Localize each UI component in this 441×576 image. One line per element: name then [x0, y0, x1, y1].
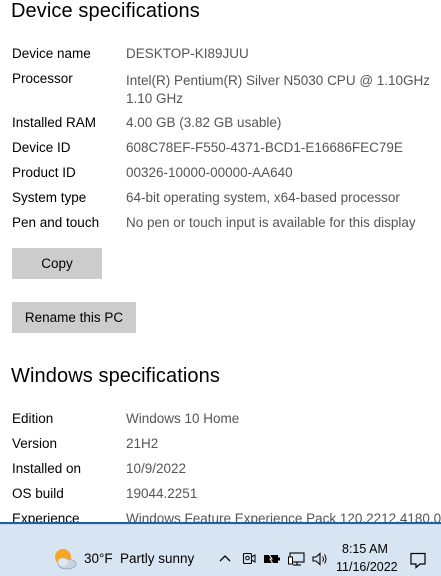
version-value: 21H2: [126, 436, 159, 451]
installed-on-value: 10/9/2022: [126, 461, 187, 476]
about-page: Device specifications Device name DESKTO…: [0, 0, 441, 524]
device-name-label: Device name: [12, 46, 91, 61]
product-id-value: 00326-10000-00000-AA640: [126, 165, 293, 180]
processor-label: Processor: [12, 71, 73, 86]
volume-icon[interactable]: [311, 550, 329, 568]
system-type-value: 64-bit operating system, x64-based proce…: [126, 190, 400, 205]
installed-ram-label: Installed RAM: [12, 115, 97, 130]
device-id-value: 608C78EF-F550-4371-BCD1-E16686FEC79E: [126, 140, 403, 155]
battery-icon[interactable]: [263, 550, 281, 568]
notification-icon[interactable]: [408, 550, 428, 570]
os-build-value: 19044.2251: [126, 486, 198, 501]
weather-temperature[interactable]: 30°F: [84, 551, 113, 566]
clock-time[interactable]: 8:15 AM: [342, 542, 388, 556]
installed-ram-value: 4.00 GB (3.82 GB usable): [126, 115, 282, 130]
edition-label: Edition: [12, 411, 54, 426]
processor-value: Intel(R) Pentium(R) Silver N5030 CPU @ 1…: [126, 73, 431, 88]
clock-date[interactable]: 11/16/2022: [336, 560, 398, 574]
os-build-label: OS build: [12, 486, 64, 501]
version-label: Version: [12, 436, 58, 451]
network-icon[interactable]: [288, 550, 306, 568]
pen-and-touch-label: Pen and touch: [12, 215, 100, 230]
windows-specifications-title: Windows specifications: [11, 365, 220, 387]
edition-value: Windows 10 Home: [126, 411, 240, 426]
device-id-label: Device ID: [12, 140, 71, 155]
system-type-label: System type: [12, 190, 87, 205]
pen-and-touch-value: No pen or touch input is available for t…: [126, 215, 416, 230]
installed-on-label: Installed on: [12, 461, 82, 476]
processor-value-line2: 1.10 GHz: [126, 91, 184, 106]
meet-now-icon[interactable]: [240, 550, 258, 568]
device-specifications-title: Device specifications: [11, 0, 200, 22]
copy-button[interactable]: Copy: [12, 248, 102, 279]
device-name-value: DESKTOP-KI89JUU: [126, 46, 249, 61]
chevron-up-icon[interactable]: [216, 550, 234, 568]
weather-description[interactable]: Partly sunny: [120, 551, 194, 566]
rename-this-pc-button[interactable]: Rename this PC: [12, 302, 136, 333]
taskbar: 30°F Partly sunny 8:15 AM 11/16/2022: [0, 524, 441, 576]
product-id-label: Product ID: [12, 165, 76, 180]
weather-icon[interactable]: [52, 546, 78, 572]
